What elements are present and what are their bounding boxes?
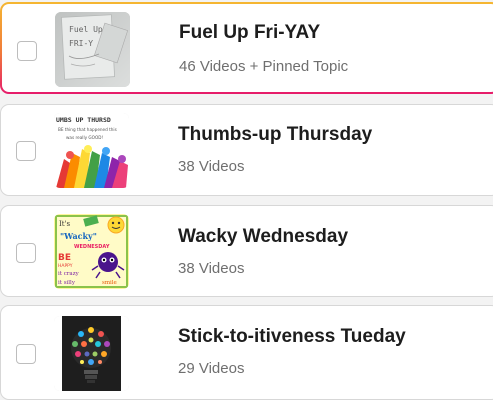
svg-text:BE thing that happened this: BE thing that happened this [58,127,117,132]
topic-title: Wacky Wednesday [178,226,349,247]
select-checkbox[interactable] [16,243,36,263]
svg-text:BE: BE [58,253,71,263]
topic-thumbnail [54,316,129,391]
topic-title: Fuel Up Fri-YAY [179,22,321,43]
svg-text:UMBS UP THURSD: UMBS UP THURSD [56,116,111,124]
topic-card-fuel-up-fri-yay[interactable]: Fuel Up FRI-Y Fuel Up Fri-YAY 46 Videos … [0,2,493,94]
topic-title: Thumbs-up Thursday [178,124,373,145]
select-checkbox[interactable] [16,141,36,161]
topic-list: Fuel Up FRI-Y Fuel Up Fri-YAY 46 Videos … [0,0,493,400]
svg-text:it silly: it silly [58,280,76,286]
topic-title: Stick-to-itiveness Tueday [178,326,406,347]
topic-video-count: 38 Videos [178,260,245,277]
svg-text:Fuel Up: Fuel Up [69,25,103,34]
topic-card-stick-to-itiveness-tueday[interactable]: Stick-to-itiveness Tueday 29 Videos [0,305,493,400]
svg-text:WEDNESDAY: WEDNESDAY [74,244,110,250]
topic-video-count: 29 Videos [178,360,245,377]
lightbulb-icons-illustration-icon [54,316,129,391]
svg-text:"Wacky": "Wacky" [60,231,97,241]
select-checkbox[interactable] [16,344,36,364]
topic-card-thumbs-up-thursday[interactable]: UMBS UP THURSD BE thing that happened th… [0,104,493,196]
topic-thumbnail: It's "Wacky" WEDNESDAY BE HAPPY it crazy… [54,214,129,289]
svg-text:HAPPY: HAPPY [58,263,73,269]
svg-text:smile: smile [102,280,117,286]
svg-text:it crazy: it crazy [58,271,80,277]
svg-text:was really GOOD!: was really GOOD! [66,135,103,140]
svg-text:It's: It's [59,220,71,228]
select-checkbox[interactable] [17,41,37,61]
topic-card-wacky-wednesday[interactable]: It's "Wacky" WEDNESDAY BE HAPPY it crazy… [0,205,493,297]
topic-thumbnail: UMBS UP THURSD BE thing that happened th… [54,113,129,188]
handwritten-note-photo-icon: Fuel Up FRI-Y [55,12,130,87]
topic-thumbnail: Fuel Up FRI-Y [55,12,130,87]
thumbs-up-hands-illustration-icon: UMBS UP THURSD BE thing that happened th… [54,113,129,188]
topic-video-count: 38 Videos [178,158,245,175]
wacky-wednesday-poster-icon: It's "Wacky" WEDNESDAY BE HAPPY it crazy… [54,214,129,289]
svg-text:FRI-Y: FRI-Y [69,39,93,48]
topic-video-count: 46 Videos + Pinned Topic [179,58,349,75]
